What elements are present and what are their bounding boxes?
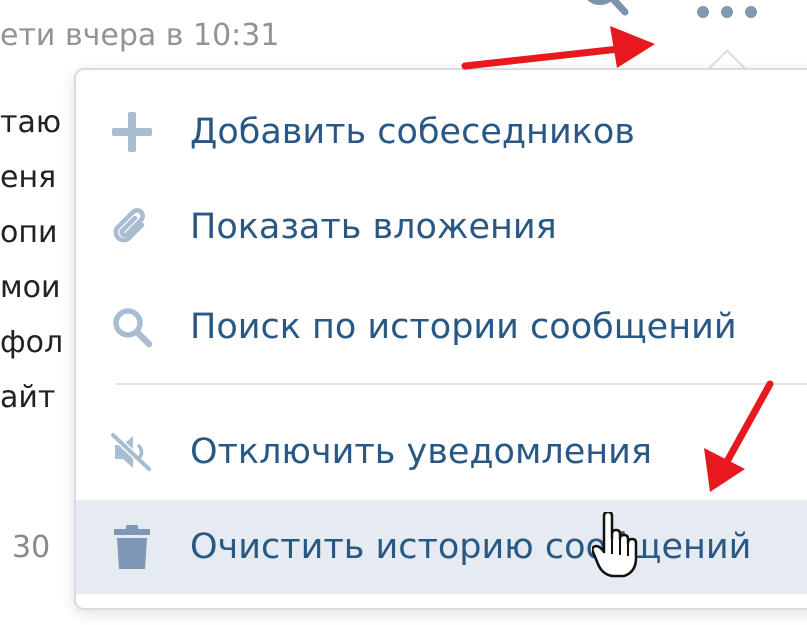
message-date-fragment: 30	[12, 530, 51, 565]
menu-item-mute-notifications[interactable]: Отключить уведомления	[76, 405, 807, 499]
menu-item-label: Показать вложения	[190, 207, 557, 247]
menu-item-label: Очистить историю сообщений	[190, 527, 752, 567]
menu-item-search-history[interactable]: Поиск по истории сообщений	[76, 280, 807, 374]
menu-item-label: Добавить собеседников	[190, 112, 635, 152]
message-line: фол	[0, 325, 64, 360]
menu-item-label: Отключить уведомления	[190, 432, 652, 472]
annotation-arrow-top	[461, 26, 655, 70]
search-icon	[106, 301, 158, 353]
menu-item-add-participants[interactable]: Добавить собеседников	[76, 85, 807, 179]
search-icon[interactable]	[575, 0, 635, 30]
more-options-icon[interactable]	[692, 0, 762, 26]
chat-status: ети вчера в 10:31	[0, 18, 280, 53]
hand-cursor-icon	[592, 512, 638, 578]
plus-icon	[106, 106, 158, 158]
paperclip-icon	[106, 201, 158, 253]
menu-item-label: Поиск по истории сообщений	[190, 307, 737, 347]
message-line: опи	[0, 215, 58, 250]
message-line: таю	[0, 105, 62, 140]
dialog-actions-menu: Добавить собеседников Показать вложения …	[74, 68, 807, 610]
message-text-fragments: таю еня опи мои фол айт	[0, 95, 72, 425]
menu-divider	[116, 383, 807, 385]
menu-item-show-attachments[interactable]: Показать вложения	[76, 180, 807, 274]
bell-muted-icon	[106, 426, 158, 478]
menu-item-clear-history[interactable]: Очистить историю сообщений	[76, 500, 807, 594]
message-line: мои	[0, 270, 61, 305]
message-line: айт	[0, 380, 56, 415]
trash-icon	[106, 521, 158, 573]
message-line: еня	[0, 160, 57, 195]
